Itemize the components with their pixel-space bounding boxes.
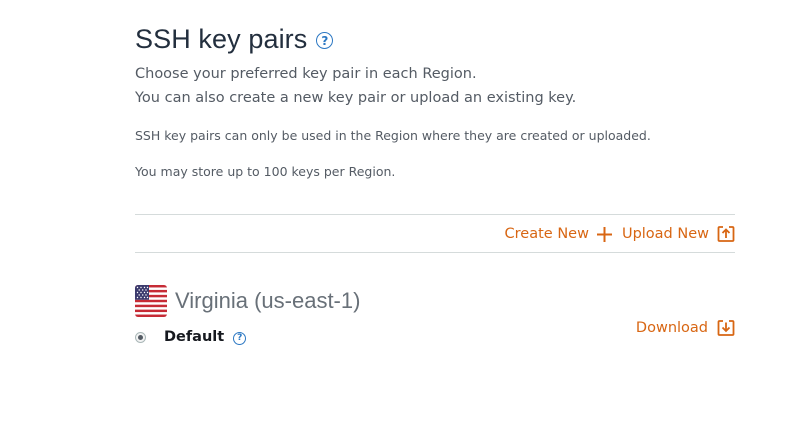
key-pair-row: Default ? [135, 327, 247, 347]
default-key-radio[interactable] [135, 331, 146, 343]
us-flag-icon [135, 285, 167, 317]
upload-new-button[interactable]: Upload New [622, 225, 735, 243]
region-header: Virginia (us-east-1) [135, 285, 360, 317]
description-line-1: Choose your preferred key pair in each R… [135, 66, 477, 82]
divider-bottom [135, 252, 735, 253]
download-button[interactable]: Download [636, 317, 735, 339]
key-pair-name: Default [164, 329, 225, 345]
ssh-key-pairs-page: SSH key pairs ? Choose your preferred ke… [0, 0, 810, 442]
key-actions: Create New Upload New [505, 223, 735, 245]
upload-arrow-icon [717, 226, 735, 242]
download-arrow-icon [717, 320, 735, 336]
page-title: SSH key pairs [135, 23, 308, 54]
region-note: SSH key pairs can only be used in the Re… [135, 128, 651, 143]
divider-top [135, 214, 735, 215]
radio-selected-dot [138, 334, 143, 340]
title-row: SSH key pairs ? [135, 22, 334, 56]
upload-new-label: Upload New [621, 226, 709, 242]
help-circle-icon[interactable]: ? [316, 32, 334, 49]
help-circle-icon[interactable]: ? [233, 331, 247, 345]
description-line-2: You can also create a new key pair or up… [135, 90, 577, 106]
create-new-label: Create New [504, 226, 589, 242]
region-name: Virginia (us-east-1) [175, 288, 361, 313]
download-label: Download [635, 320, 708, 336]
limit-note: You may store up to 100 keys per Region. [135, 164, 396, 179]
plus-icon [596, 226, 612, 242]
create-new-button[interactable]: Create New [505, 226, 622, 243]
